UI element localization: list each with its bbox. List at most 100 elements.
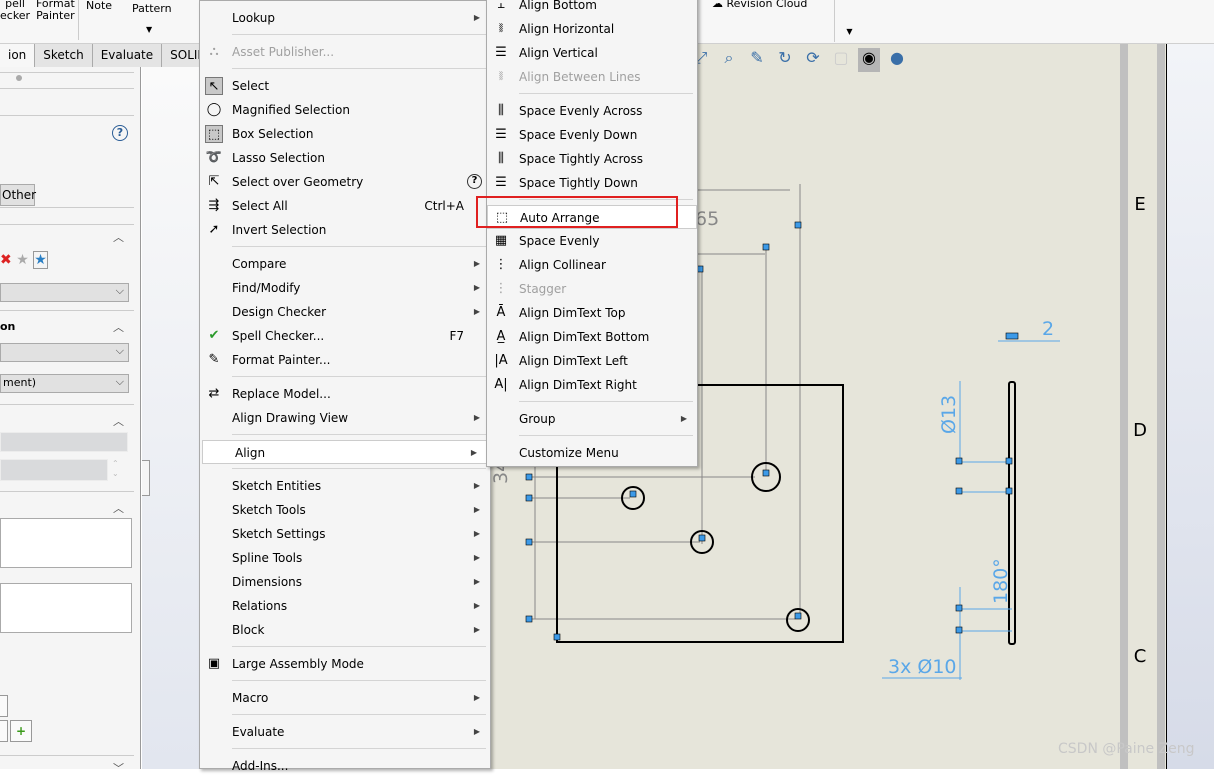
ribbon-overflow-icon[interactable]: ▼ xyxy=(834,0,864,42)
section-header[interactable]: ︿ xyxy=(0,404,134,428)
menu-item-box-selection[interactable]: ⬚ Box Selection xyxy=(200,122,490,146)
menu-item-format-painter[interactable]: ✎ Format Painter... xyxy=(200,348,490,372)
pattern-dropdown-icon[interactable]: ▼ xyxy=(146,24,152,36)
expand-icon[interactable]: ﹀ xyxy=(113,760,124,776)
menu-item-select[interactable]: ↖ Select xyxy=(200,74,490,98)
pattern-button[interactable]: Pattern xyxy=(132,3,172,15)
list-box-1[interactable] xyxy=(0,518,132,568)
menu-item-lookup[interactable]: Lookup ▶ xyxy=(200,6,490,30)
menu-item-label: Asset Publisher... xyxy=(232,45,335,59)
menu-item-evaluate[interactable]: Evaluate ▶ xyxy=(200,720,490,744)
previous-view-icon[interactable]: ✎ xyxy=(746,48,768,72)
menu-item-block[interactable]: Block ▶ xyxy=(200,618,490,642)
menu-item-sketch-settings[interactable]: Sketch Settings ▶ xyxy=(200,522,490,546)
menu-item-space-tightly-across[interactable]: ⫼ Space Tightly Across xyxy=(487,147,697,171)
option-button-2[interactable] xyxy=(0,720,8,742)
section-header[interactable]: ︿ xyxy=(0,310,134,334)
menu-item-align-collinear[interactable]: ⋮ Align Collinear xyxy=(487,253,697,277)
spell-checker-button[interactable]: pell ecker xyxy=(0,0,30,22)
display-style-icon[interactable]: ▢ xyxy=(830,48,852,72)
menu-item-space-evenly-down[interactable]: ☰ Space Evenly Down xyxy=(487,123,697,147)
delete-favorite-icon[interactable]: ✖ xyxy=(0,252,12,268)
menu-item-invert-selection[interactable]: ➚ Invert Selection xyxy=(200,218,490,242)
section-header[interactable]: ︿ xyxy=(0,491,134,515)
format-painter-button[interactable]: Format Painter xyxy=(36,0,75,22)
dimension-2[interactable]: 2 xyxy=(1042,318,1054,340)
add-centerline-icon[interactable]: + xyxy=(10,720,32,742)
menu-item-align[interactable]: Align ▶ xyxy=(202,440,488,464)
menu-item-lasso-selection[interactable]: ➰ Lasso Selection xyxy=(200,146,490,170)
collapse-icon[interactable]: ︿ xyxy=(113,500,124,516)
save-favorite-icon[interactable]: ★ xyxy=(16,252,29,268)
menu-item-compare[interactable]: Compare ▶ xyxy=(200,252,490,276)
menu-item-customize-menu[interactable]: Customize Menu xyxy=(487,441,697,465)
dropdown-3[interactable]: ment) ⌵ xyxy=(0,374,129,393)
menu-item-label: Align Bottom xyxy=(519,0,597,12)
section-header[interactable]: ﹀ xyxy=(0,755,134,775)
text-input-2[interactable] xyxy=(0,459,108,481)
option-button-1[interactable] xyxy=(0,695,8,717)
menu-item-sketch-tools[interactable]: Sketch Tools ▶ xyxy=(200,498,490,522)
rebuild-icon[interactable]: ⟳ xyxy=(802,48,824,72)
tab-other[interactable]: Other xyxy=(0,184,36,206)
menu-item-label: Align Horizontal xyxy=(519,22,615,36)
menu-item-add-ins[interactable]: Add-Ins... xyxy=(200,754,490,778)
dropdown-2[interactable]: ⌵ xyxy=(0,343,129,362)
menu-item-spell-checker[interactable]: ✔ Spell Checker... F7 xyxy=(200,324,490,348)
menu-item-magnified-selection[interactable]: ◯ Magnified Selection xyxy=(200,98,490,122)
menu-item-find-modify[interactable]: Find/Modify ▶ xyxy=(200,276,490,300)
text-input-1[interactable] xyxy=(0,432,128,452)
menu-item-design-checker[interactable]: Design Checker ▶ xyxy=(200,300,490,324)
menu-item-space-tightly-down[interactable]: ☰ Space Tightly Down xyxy=(487,171,697,195)
style-dropdown[interactable]: ⌵ xyxy=(0,283,129,302)
menu-item-space-evenly[interactable]: ▦ Space Evenly xyxy=(487,229,697,253)
revision-cloud-button[interactable]: ☁ Revision Cloud xyxy=(712,0,807,10)
menu-item-sketch-entities[interactable]: Sketch Entities ▶ xyxy=(200,474,490,498)
tab-evaluate[interactable]: Evaluate xyxy=(92,44,163,67)
menu-item-align-dimtext-top[interactable]: Ā Align DimText Top xyxy=(487,301,697,325)
menu-item-align-dimtext-left[interactable]: |A Align DimText Left xyxy=(487,349,697,373)
menu-item-large-assembly-mode[interactable]: ▣ Large Assembly Mode xyxy=(200,652,490,676)
pin-dot-icon[interactable] xyxy=(16,75,22,81)
tab-annotation[interactable]: ion xyxy=(0,44,36,67)
menu-item-space-evenly-across[interactable]: ⫼ Space Evenly Across xyxy=(487,99,697,123)
panel-splitter-handle[interactable] xyxy=(142,460,150,496)
dimension-angle-180[interactable]: 180° xyxy=(990,558,1012,604)
favorite-icons[interactable]: ✖ ★ ★ xyxy=(0,251,48,269)
menu-item-relations[interactable]: Relations ▶ xyxy=(200,594,490,618)
menu-item-align-vertical[interactable]: ☰ Align Vertical xyxy=(487,41,697,65)
menu-item-select-all[interactable]: ⇶ Select All Ctrl+A xyxy=(200,194,490,218)
help-icon[interactable]: ? xyxy=(467,174,482,189)
help-icon[interactable]: ? xyxy=(112,125,128,141)
menu-item-group[interactable]: Group ▶ xyxy=(487,407,697,431)
menu-item-spline-tools[interactable]: Spline Tools ▶ xyxy=(200,546,490,570)
dimension-diameter-13[interactable]: Ø13 xyxy=(938,395,960,434)
zoom-to-area-icon[interactable]: ⌕ xyxy=(718,48,740,72)
menu-item-align-drawing-view[interactable]: Align Drawing View ▶ xyxy=(200,406,490,430)
appearance-icon[interactable]: ● xyxy=(886,48,908,72)
box-selection-icon: ⬚ xyxy=(205,125,223,143)
spinner-icon[interactable]: ⌃ ⌄ xyxy=(112,459,119,479)
tab-sketch[interactable]: Sketch xyxy=(35,44,93,67)
collapse-icon[interactable]: ︿ xyxy=(113,319,124,335)
redraw-icon[interactable]: ↻ xyxy=(774,48,796,72)
collapse-icon[interactable]: ︿ xyxy=(113,413,124,429)
submenu-arrow-icon: ▶ xyxy=(473,693,480,702)
hide-show-icon[interactable]: ◉ xyxy=(858,48,880,72)
load-favorite-icon[interactable]: ★ xyxy=(33,251,48,269)
menu-item-align-horizontal[interactable]: ⧚ Align Horizontal xyxy=(487,17,697,41)
panel-splitter-area xyxy=(142,67,200,769)
list-box-2[interactable] xyxy=(0,583,132,633)
menu-item-select-over-geometry[interactable]: ⇱ Select over Geometry? xyxy=(200,170,490,194)
section-header[interactable]: ︿ xyxy=(0,224,134,244)
menu-item-align-dimtext-bottom[interactable]: A̲ Align DimText Bottom xyxy=(487,325,697,349)
menu-item-macro[interactable]: Macro ▶ xyxy=(200,686,490,710)
menu-item-align-dimtext-right[interactable]: A| Align DimText Right xyxy=(487,373,697,397)
menu-item-align-bottom[interactable]: ⫠ Align Bottom xyxy=(487,0,697,17)
dimension-3x-diameter-10[interactable]: 3x Ø10 xyxy=(888,656,957,678)
note-button[interactable]: Note xyxy=(78,0,112,40)
dimension-65[interactable]: 65 xyxy=(695,208,719,230)
menu-item-replace-model[interactable]: ⇄ Replace Model... xyxy=(200,382,490,406)
menu-item-dimensions[interactable]: Dimensions ▶ xyxy=(200,570,490,594)
collapse-icon[interactable]: ︿ xyxy=(113,229,124,245)
